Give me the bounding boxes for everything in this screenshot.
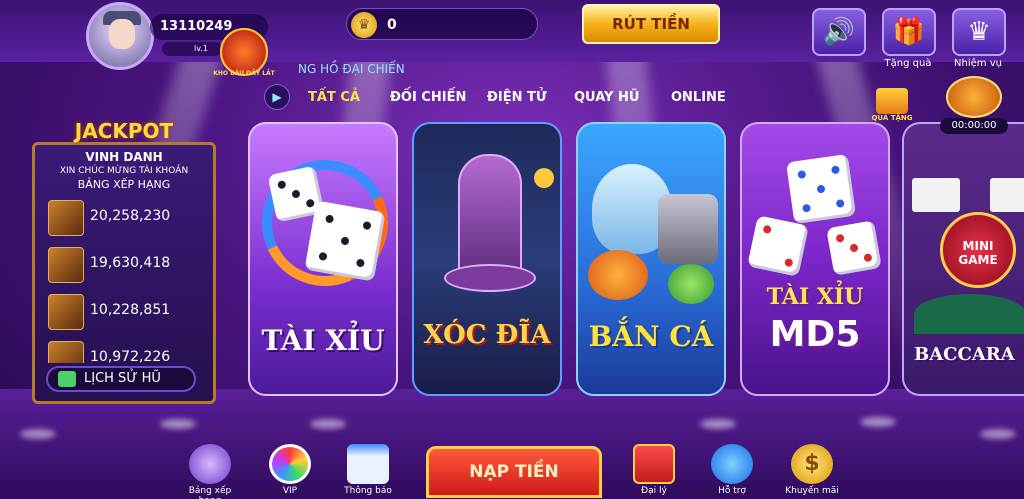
game-thumbnail <box>48 200 84 236</box>
cards-icon <box>990 178 1024 212</box>
jackpot-board-label: BẢNG XẾP HẠNG <box>77 178 171 191</box>
nav-support[interactable]: Hỗ trợ <box>700 444 764 496</box>
nav-vip[interactable]: VIP <box>258 444 322 496</box>
gift-box-icon: 🎁 <box>892 17 926 47</box>
dice-icon <box>747 215 809 277</box>
gift-button-label: Tặng quà <box>884 58 932 69</box>
crown-icon: ♛ <box>967 17 991 47</box>
sound-button[interactable]: 🔊 <box>812 8 866 56</box>
countdown-timer: 00:00:00 <box>940 118 1008 134</box>
jackpot-row: 10,228,851 <box>48 294 208 334</box>
tab-online[interactable]: ONLINE <box>671 90 726 105</box>
jackpot-heading: VINH DANH <box>85 150 163 164</box>
jackpot-row: 20,258,230 <box>48 200 208 240</box>
game-title: BẮN CÁ <box>588 320 714 353</box>
jackpot-title: JACKPOT <box>74 119 174 143</box>
nav-agent[interactable]: Đại lý <box>622 444 686 496</box>
calendar-icon <box>347 444 389 484</box>
jackpot-amount: 10,972,226 <box>90 349 171 363</box>
game-thumbnail <box>48 294 84 330</box>
jackpot-row: 10,972,226 <box>48 341 208 363</box>
nav-label: Đại lý <box>641 486 667 496</box>
trophy-icon <box>189 444 231 484</box>
nav-promotions[interactable]: $ Khuyến mãi <box>780 444 844 496</box>
avatar[interactable] <box>86 2 154 70</box>
news-ticker: NG HỒ ĐẠI CHIẾN <box>298 62 405 76</box>
nav-notifications[interactable]: Thông báo <box>336 444 400 496</box>
mission-button-label: Nhiệm vụ <box>954 58 1002 69</box>
game-card-tai-xiu[interactable]: TÀI XỈU <box>248 122 398 396</box>
jackpot-amount: 19,630,418 <box>90 255 171 271</box>
game-title: TÀI XỈU <box>261 324 385 357</box>
jackpot-amount: 20,258,230 <box>90 208 171 224</box>
treasure-chest-icon[interactable] <box>946 76 1002 118</box>
support-icon <box>711 444 753 484</box>
game-thumbnail <box>48 341 84 363</box>
jackpot-subheading: XIN CHÚC MỪNG TÀI KHOẢN <box>59 166 189 176</box>
tab-all[interactable]: TẤT CẢ <box>308 90 360 105</box>
event-badge-icon[interactable] <box>220 28 268 76</box>
dice-icon <box>785 153 857 225</box>
game-title: TÀI XỈU <box>766 284 864 310</box>
cards-icon <box>912 178 960 212</box>
nav-leaderboard[interactable]: Bảng xếp hạng <box>178 444 242 499</box>
game-card-xoc-dia[interactable]: XÓC ĐĨA <box>412 122 562 396</box>
table-icon <box>914 294 1024 334</box>
gift-promo-button[interactable]: QUÀ TẶNG <box>870 84 914 124</box>
jackpot-history-button[interactable]: LỊCH SỬ HŨ <box>46 366 196 392</box>
tab-pvp[interactable]: ĐỐI CHIẾN <box>390 90 466 105</box>
crown-coin-icon: ♛ <box>351 12 377 38</box>
user-level: lv.1 <box>162 42 222 56</box>
history-icon <box>58 371 76 387</box>
gift-icon <box>876 88 908 114</box>
event-badge-label: KHO BÁU ĐẦY LẮT <box>213 70 275 77</box>
tab-jackpot-slots[interactable]: QUAY HŨ <box>574 90 639 105</box>
dollar-coin-icon: $ <box>791 444 833 484</box>
coin-balance: ♛ 0 <box>346 8 538 40</box>
fish-icon <box>588 250 648 300</box>
jackpot-history-label: LỊCH SỬ HŨ <box>84 371 161 386</box>
nav-label: Thông báo <box>344 486 392 496</box>
nav-label: VIP <box>282 486 298 496</box>
jackpot-row: 19,630,418 <box>48 247 208 287</box>
coin-value: 0 <box>387 17 397 33</box>
turtle-icon <box>668 264 714 304</box>
game-card-tai-xiu-md5[interactable]: TÀI XỈU MD5 <box>740 122 890 396</box>
play-icon[interactable]: ▶ <box>264 84 290 110</box>
jackpot-amount: 10,228,851 <box>90 302 171 318</box>
dice-icon <box>304 200 386 282</box>
cannon-icon <box>658 194 718 264</box>
gift-button[interactable]: 🎁 <box>882 8 936 56</box>
nav-label: Hỗ trợ <box>718 486 746 496</box>
vip-wheel-icon <box>269 444 311 484</box>
gift-promo-label: QUÀ TẶNG <box>871 114 913 122</box>
tab-electronic[interactable]: ĐIỆN TỬ <box>487 90 547 105</box>
nav-label: Bảng xếp hạng <box>188 486 232 499</box>
mission-button[interactable]: ♛ <box>952 8 1006 56</box>
game-title: BACCARA <box>914 344 1015 365</box>
game-subtitle: MD5 <box>769 314 861 355</box>
speaker-icon: 🔊 <box>822 17 856 47</box>
deposit-button[interactable]: NẠP TIỀN <box>426 446 602 498</box>
game-card-ban-ca[interactable]: BẮN CÁ <box>576 122 726 396</box>
plate-icon <box>444 264 536 292</box>
gift-icon <box>633 444 675 484</box>
game-title: XÓC ĐĨA <box>423 320 551 350</box>
withdraw-button[interactable]: RÚT TIỀN <box>582 4 720 44</box>
nav-label: Khuyến mãi <box>785 486 839 496</box>
dice-icon <box>826 220 882 276</box>
game-thumbnail <box>48 247 84 283</box>
mini-game-button[interactable]: MINI GAME <box>940 212 1016 288</box>
coin-icon <box>534 168 554 188</box>
